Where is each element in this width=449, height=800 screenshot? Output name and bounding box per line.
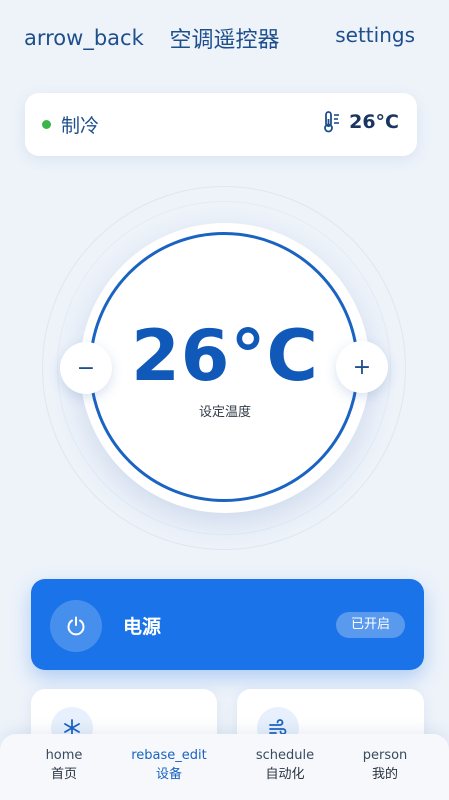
page-title: 空调遥控器 bbox=[169, 28, 280, 53]
plus-icon: + bbox=[352, 354, 372, 380]
temperature-dial[interactable]: 26°C 设定温度 bbox=[80, 223, 370, 513]
nav-item-automation[interactable]: schedule 自动化 bbox=[235, 748, 335, 785]
back-icon[interactable]: arrow_back bbox=[24, 26, 144, 50]
set-temperature-label: 设定温度 bbox=[198, 405, 251, 420]
bottom-navigation: home 首页 rebase_edit 设备 schedule 自动化 pers… bbox=[0, 734, 449, 800]
power-label: 电源 bbox=[123, 616, 162, 638]
header: arrow_back 空调遥控器 settings bbox=[0, 18, 449, 58]
home-icon: home bbox=[45, 748, 83, 763]
nav-item-devices[interactable]: rebase_edit 设备 bbox=[119, 748, 219, 785]
thermometer-icon bbox=[324, 111, 340, 133]
nav-label-profile: 我的 bbox=[371, 767, 398, 782]
current-temp: 26°C bbox=[349, 111, 399, 133]
status-indicator-dot bbox=[42, 120, 51, 129]
status-card: 制冷 26°C bbox=[25, 93, 417, 156]
nav-label-devices: 设备 bbox=[155, 767, 182, 782]
set-temperature: 26°C bbox=[131, 315, 319, 397]
nav-item-home[interactable]: home 首页 bbox=[14, 748, 114, 785]
nav-label-home: 首页 bbox=[50, 767, 77, 782]
power-icon bbox=[50, 600, 102, 652]
nav-label-automation: 自动化 bbox=[265, 767, 305, 782]
power-status-badge: 已开启 bbox=[336, 612, 405, 638]
minus-icon: − bbox=[76, 355, 96, 381]
nav-item-profile[interactable]: person 我的 bbox=[335, 748, 435, 785]
increase-temp-button[interactable]: + bbox=[336, 341, 388, 393]
person-icon: person bbox=[362, 748, 408, 763]
decrease-temp-button[interactable]: − bbox=[60, 342, 112, 394]
settings-icon[interactable]: settings bbox=[335, 23, 415, 47]
schedule-icon: schedule bbox=[255, 748, 315, 763]
current-temp-group: 26°C bbox=[323, 111, 399, 133]
mode-label: 制冷 bbox=[61, 115, 100, 137]
rebase-edit-icon: rebase_edit bbox=[131, 748, 207, 763]
power-toggle-card[interactable]: 电源 已开启 bbox=[31, 579, 424, 670]
